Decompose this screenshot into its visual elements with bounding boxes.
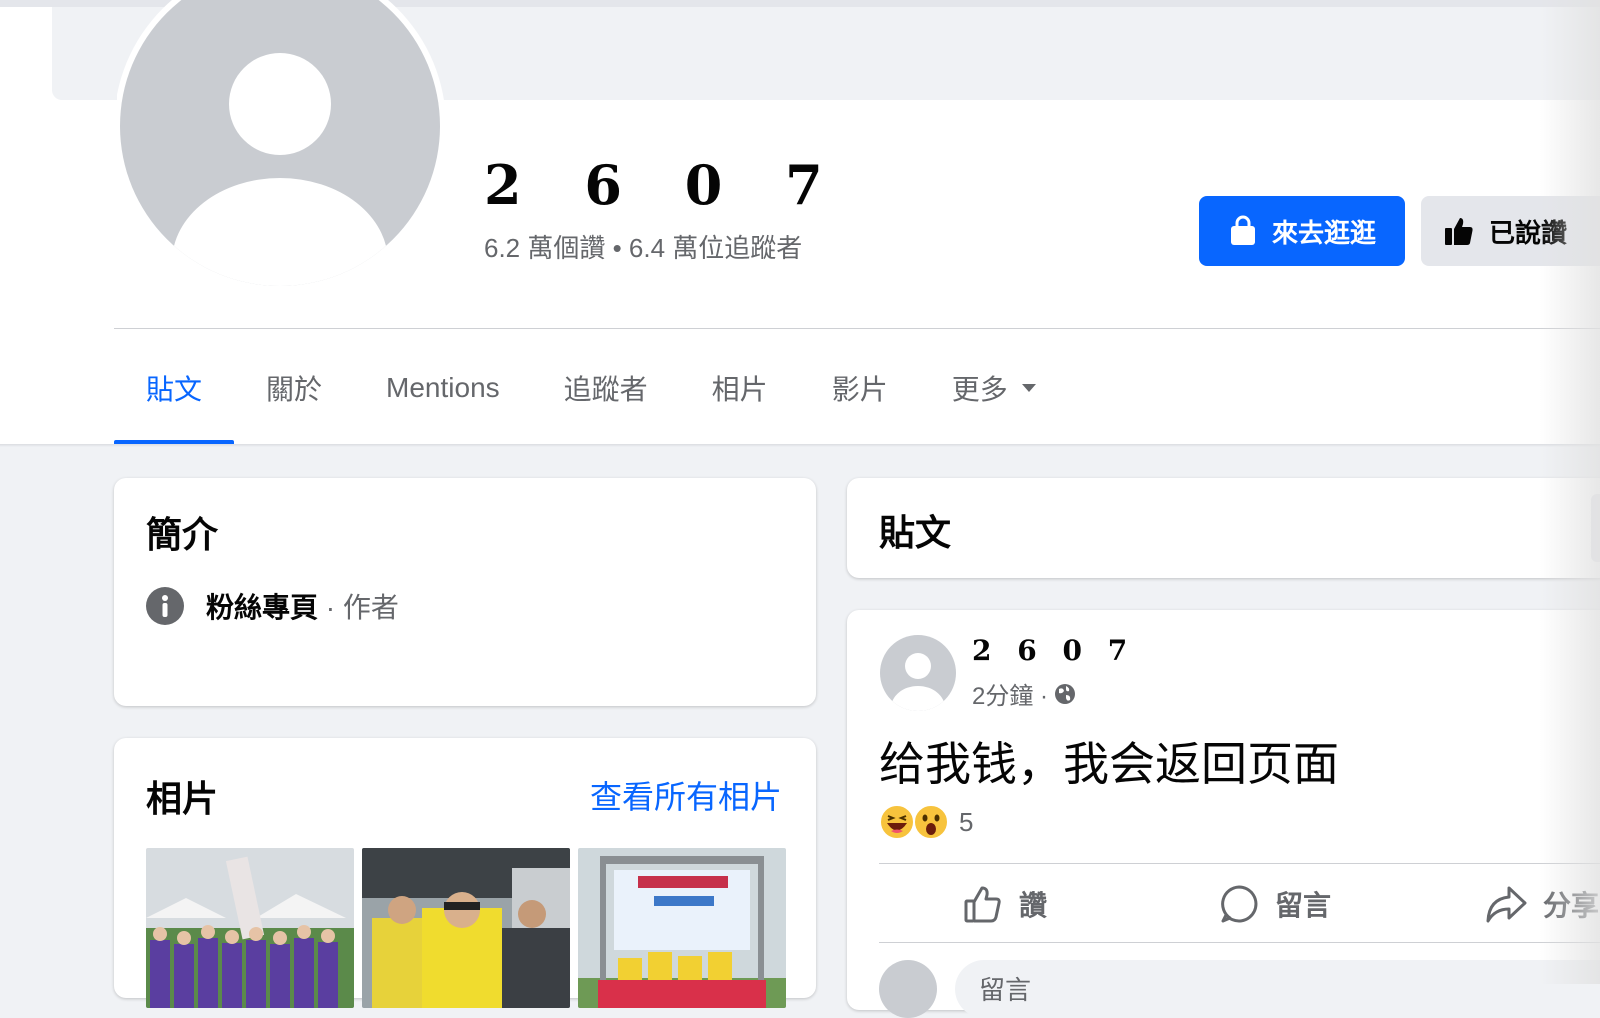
page-tabs: 貼文 關於 Mentions 追蹤者 相片 影片 更多 [114,330,1070,446]
see-all-photos-link[interactable]: 查看所有相片 [590,772,782,818]
photo-grid [146,848,786,1008]
shop-button[interactable]: 來去逛逛 [1199,196,1405,266]
tab-label: Mentions [386,372,500,403]
comment-button[interactable]: 留言 [1219,866,1331,942]
post-divider [879,863,1600,864]
tab-followers[interactable]: 追蹤者 [532,330,680,446]
tab-posts[interactable]: 貼文 [114,330,235,446]
intro-title: 簡介 [146,514,219,555]
profile-picture[interactable] [117,0,453,292]
info-icon [146,587,184,625]
like-label: 讚 [1019,890,1048,921]
reactions-summary[interactable]: 5 [879,804,973,840]
share-button[interactable]: 分享 [1485,866,1599,942]
intro-card: 簡介 粉絲專頁 · 作者 [114,478,816,706]
page-header: 2 6 0 7 6.2 萬個讚 • 6.4 萬位追蹤者 來去逛逛 已說讚 貼文 … [0,0,1600,446]
photo-thumbnail[interactable] [146,848,354,1008]
tab-photos[interactable]: 相片 [680,330,800,446]
post-divider [879,942,1600,943]
intro-category-row: 粉絲專頁 · 作者 [146,586,399,626]
photos-card: 相片 查看所有相片 [114,738,816,1008]
tab-label: 相片 [711,374,768,405]
shop-button-label: 來去逛逛 [1271,217,1376,248]
tab-mentions[interactable]: Mentions [354,330,532,446]
liked-button-label: 已說讚 [1489,217,1568,248]
tab-about[interactable]: 關於 [234,330,354,446]
reaction-count: 5 [959,806,974,837]
posts-header-title: 貼文 [879,512,952,553]
post-actions: 讚 留言 分享 [879,866,1600,942]
page-title: 2 6 0 7 [484,153,845,217]
comment-input[interactable]: 留言 [955,960,1600,1018]
filters-button[interactable] [1591,494,1600,562]
comment-label: 留言 [1275,890,1332,921]
wow-reaction-icon [913,804,949,840]
header-divider [114,328,1600,329]
photo-thumbnail[interactable] [578,848,786,1008]
caret-down-icon [1021,384,1036,392]
header-shadow [0,444,1600,447]
shopping-bag-icon [1230,215,1255,245]
share-label: 分享 [1543,890,1600,921]
tab-videos[interactable]: 影片 [800,330,920,446]
post-author-name[interactable]: 2 6 0 7 [972,634,1135,667]
comment-icon [1221,885,1258,923]
photos-title: 相片 [146,778,219,819]
tab-label: 追蹤者 [563,374,648,405]
post-author-avatar[interactable] [879,634,957,712]
page-stats[interactable]: 6.2 萬個讚 • 6.4 萬位追蹤者 [484,228,802,265]
posts-header-card: 貼文 [847,478,1600,578]
tab-more[interactable]: 更多 [920,330,1070,446]
post-card: 2 6 0 7 2分鐘 · 给我钱，我会返回页面 5 讚 留言 分享 留言 [847,610,1600,1018]
thumbs-up-icon [1445,218,1473,245]
post-meta: 2分鐘 · [972,676,1076,711]
commenter-avatar[interactable] [879,960,937,1018]
category-separator: · [325,592,336,623]
tab-label: 貼文 [146,374,203,405]
tab-label: 關於 [266,374,323,405]
page-subcategory: 作者 [342,592,399,623]
like-button[interactable]: 讚 [963,866,1047,942]
globe-icon [1055,683,1076,704]
thumbs-up-icon [964,886,1001,923]
page-category[interactable]: 粉絲專頁 [206,592,318,623]
post-text: 给我钱，我会返回页面 [879,738,1339,790]
tab-label: 影片 [831,374,888,405]
share-icon [1486,886,1527,923]
liked-button[interactable]: 已說讚 [1421,196,1600,266]
post-timestamp[interactable]: 2分鐘 · [972,676,1048,711]
photo-thumbnail[interactable] [362,848,570,1008]
tab-label: 更多 [951,374,1008,405]
laugh-reaction-icon [879,804,915,840]
